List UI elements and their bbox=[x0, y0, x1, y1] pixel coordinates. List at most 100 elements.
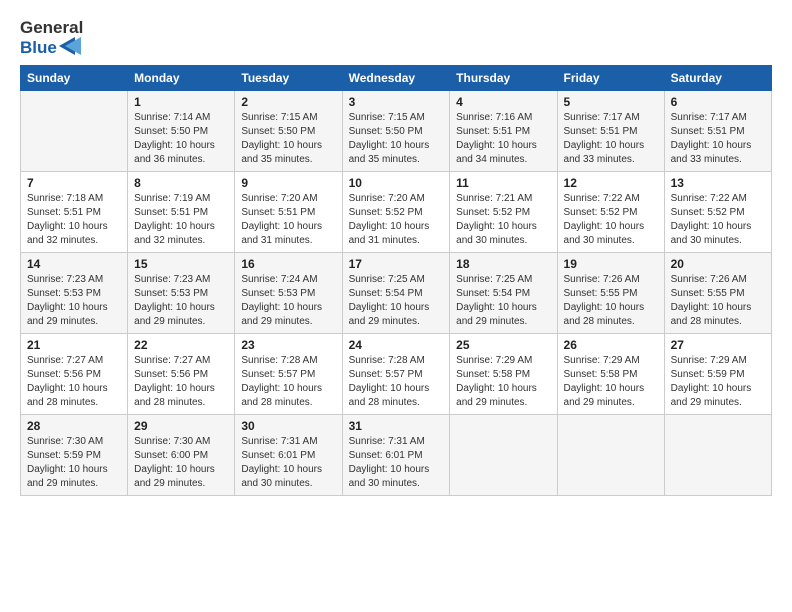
calendar-cell: 1Sunrise: 7:14 AM Sunset: 5:50 PM Daylig… bbox=[128, 91, 235, 172]
day-info: Sunrise: 7:25 AM Sunset: 5:54 PM Dayligh… bbox=[349, 273, 444, 329]
calendar-header: SundayMondayTuesdayWednesdayThursdayFrid… bbox=[21, 66, 772, 91]
day-info: Sunrise: 7:29 AM Sunset: 5:58 PM Dayligh… bbox=[564, 354, 658, 410]
calendar-cell: 6 Sunrise: 7:17 AM Sunset: 5:51 PM Daylig… bbox=[664, 91, 771, 172]
day-info: Sunrise: 7:17 AM Sunset: 5:51 PM Dayligh… bbox=[564, 111, 658, 167]
day-number: 8 bbox=[134, 176, 228, 190]
day-info: Sunrise: 7:23 AM Sunset: 5:53 PM Dayligh… bbox=[27, 273, 121, 329]
page-header: General Blue bbox=[20, 18, 772, 57]
day-number: 17 bbox=[349, 257, 444, 271]
day-number: 14 bbox=[27, 257, 121, 271]
day-info: Sunrise: 7:28 AM Sunset: 5:57 PM Dayligh… bbox=[349, 354, 444, 410]
header-row: SundayMondayTuesdayWednesdayThursdayFrid… bbox=[21, 66, 772, 91]
weekday-header-sunday: Sunday bbox=[21, 66, 128, 91]
logo-general: General bbox=[20, 18, 83, 38]
day-info: Sunrise: 7:24 AM Sunset: 5:53 PM Dayligh… bbox=[241, 273, 335, 329]
calendar-cell: 23 Sunrise: 7:28 AM Sunset: 5:57 PM Dayli… bbox=[235, 334, 342, 415]
day-info: Sunrise: 7:27 AM Sunset: 5:56 PM Dayligh… bbox=[27, 354, 121, 410]
day-number: 21 bbox=[27, 338, 121, 352]
day-number: 11 bbox=[456, 176, 550, 190]
day-number: 18 bbox=[456, 257, 550, 271]
logo: General Blue bbox=[20, 18, 83, 57]
week-row-2: 7 Sunrise: 7:18 AM Sunset: 5:51 PM Daylig… bbox=[21, 172, 772, 253]
day-number: 16 bbox=[241, 257, 335, 271]
week-row-4: 21 Sunrise: 7:27 AM Sunset: 5:56 PM Dayli… bbox=[21, 334, 772, 415]
logo-arrow-icon bbox=[59, 37, 81, 55]
day-info: Sunrise: 7:30 AM Sunset: 5:59 PM Dayligh… bbox=[27, 435, 121, 491]
day-number: 25 bbox=[456, 338, 550, 352]
day-number: 7 bbox=[27, 176, 121, 190]
day-info: Sunrise: 7:28 AM Sunset: 5:57 PM Dayligh… bbox=[241, 354, 335, 410]
calendar-cell: 22Sunrise: 7:27 AM Sunset: 5:56 PM Dayli… bbox=[128, 334, 235, 415]
day-info: Sunrise: 7:30 AM Sunset: 6:00 PM Dayligh… bbox=[134, 435, 228, 491]
weekday-header-thursday: Thursday bbox=[450, 66, 557, 91]
calendar-cell: 24 Sunrise: 7:28 AM Sunset: 5:57 PM Dayli… bbox=[342, 334, 450, 415]
day-number: 15 bbox=[134, 257, 228, 271]
weekday-header-monday: Monday bbox=[128, 66, 235, 91]
day-number: 12 bbox=[564, 176, 658, 190]
calendar-table: SundayMondayTuesdayWednesdayThursdayFrid… bbox=[20, 65, 772, 496]
day-info: Sunrise: 7:20 AM Sunset: 5:51 PM Dayligh… bbox=[241, 192, 335, 248]
calendar-cell: 18 Sunrise: 7:25 AM Sunset: 5:54 PM Dayli… bbox=[450, 253, 557, 334]
day-number: 26 bbox=[564, 338, 658, 352]
day-number: 27 bbox=[671, 338, 765, 352]
day-info: Sunrise: 7:18 AM Sunset: 5:51 PM Dayligh… bbox=[27, 192, 121, 248]
day-info: Sunrise: 7:25 AM Sunset: 5:54 PM Dayligh… bbox=[456, 273, 550, 329]
weekday-header-wednesday: Wednesday bbox=[342, 66, 450, 91]
day-info: Sunrise: 7:15 AM Sunset: 5:50 PM Dayligh… bbox=[349, 111, 444, 167]
day-info: Sunrise: 7:16 AM Sunset: 5:51 PM Dayligh… bbox=[456, 111, 550, 167]
day-number: 5 bbox=[564, 95, 658, 109]
day-info: Sunrise: 7:29 AM Sunset: 5:59 PM Dayligh… bbox=[671, 354, 765, 410]
calendar-cell: 29Sunrise: 7:30 AM Sunset: 6:00 PM Dayli… bbox=[128, 415, 235, 496]
calendar-cell: 21 Sunrise: 7:27 AM Sunset: 5:56 PM Dayli… bbox=[21, 334, 128, 415]
day-number: 6 bbox=[671, 95, 765, 109]
day-number: 24 bbox=[349, 338, 444, 352]
calendar-cell: 3 Sunrise: 7:15 AM Sunset: 5:50 PM Daylig… bbox=[342, 91, 450, 172]
day-number: 3 bbox=[349, 95, 444, 109]
day-info: Sunrise: 7:17 AM Sunset: 5:51 PM Dayligh… bbox=[671, 111, 765, 167]
day-info: Sunrise: 7:31 AM Sunset: 6:01 PM Dayligh… bbox=[349, 435, 444, 491]
day-info: Sunrise: 7:22 AM Sunset: 5:52 PM Dayligh… bbox=[564, 192, 658, 248]
day-number: 28 bbox=[27, 419, 121, 433]
calendar-cell: 20Sunrise: 7:26 AM Sunset: 5:55 PM Dayli… bbox=[664, 253, 771, 334]
weekday-header-tuesday: Tuesday bbox=[235, 66, 342, 91]
day-info: Sunrise: 7:23 AM Sunset: 5:53 PM Dayligh… bbox=[134, 273, 228, 329]
weekday-header-saturday: Saturday bbox=[664, 66, 771, 91]
day-number: 9 bbox=[241, 176, 335, 190]
week-row-3: 14 Sunrise: 7:23 AM Sunset: 5:53 PM Dayli… bbox=[21, 253, 772, 334]
calendar-body: 1Sunrise: 7:14 AM Sunset: 5:50 PM Daylig… bbox=[21, 91, 772, 496]
weekday-header-friday: Friday bbox=[557, 66, 664, 91]
day-number: 31 bbox=[349, 419, 444, 433]
calendar-cell: 5 Sunrise: 7:17 AM Sunset: 5:51 PM Daylig… bbox=[557, 91, 664, 172]
calendar-cell: 30Sunrise: 7:31 AM Sunset: 6:01 PM Dayli… bbox=[235, 415, 342, 496]
week-row-5: 28 Sunrise: 7:30 AM Sunset: 5:59 PM Dayli… bbox=[21, 415, 772, 496]
calendar-cell: 10Sunrise: 7:20 AM Sunset: 5:52 PM Dayli… bbox=[342, 172, 450, 253]
day-number: 4 bbox=[456, 95, 550, 109]
day-info: Sunrise: 7:15 AM Sunset: 5:50 PM Dayligh… bbox=[241, 111, 335, 167]
day-info: Sunrise: 7:26 AM Sunset: 5:55 PM Dayligh… bbox=[564, 273, 658, 329]
day-info: Sunrise: 7:21 AM Sunset: 5:52 PM Dayligh… bbox=[456, 192, 550, 248]
day-info: Sunrise: 7:22 AM Sunset: 5:52 PM Dayligh… bbox=[671, 192, 765, 248]
day-number: 2 bbox=[241, 95, 335, 109]
day-info: Sunrise: 7:14 AM Sunset: 5:50 PM Dayligh… bbox=[134, 111, 228, 167]
calendar-cell: 28 Sunrise: 7:30 AM Sunset: 5:59 PM Dayli… bbox=[21, 415, 128, 496]
day-info: Sunrise: 7:31 AM Sunset: 6:01 PM Dayligh… bbox=[241, 435, 335, 491]
day-number: 23 bbox=[241, 338, 335, 352]
calendar-cell: 4 Sunrise: 7:16 AM Sunset: 5:51 PM Daylig… bbox=[450, 91, 557, 172]
day-number: 13 bbox=[671, 176, 765, 190]
day-number: 19 bbox=[564, 257, 658, 271]
calendar-cell: 26 Sunrise: 7:29 AM Sunset: 5:58 PM Dayli… bbox=[557, 334, 664, 415]
calendar-cell: 15 Sunrise: 7:23 AM Sunset: 5:53 PM Dayli… bbox=[128, 253, 235, 334]
calendar-cell: 17 Sunrise: 7:25 AM Sunset: 5:54 PM Dayli… bbox=[342, 253, 450, 334]
calendar-cell: 11 Sunrise: 7:21 AM Sunset: 5:52 PM Dayli… bbox=[450, 172, 557, 253]
day-number: 22 bbox=[134, 338, 228, 352]
calendar-cell: 14 Sunrise: 7:23 AM Sunset: 5:53 PM Dayli… bbox=[21, 253, 128, 334]
day-number: 10 bbox=[349, 176, 444, 190]
calendar-cell: 19 Sunrise: 7:26 AM Sunset: 5:55 PM Dayli… bbox=[557, 253, 664, 334]
calendar-cell: 12 Sunrise: 7:22 AM Sunset: 5:52 PM Dayli… bbox=[557, 172, 664, 253]
calendar-cell: 13 Sunrise: 7:22 AM Sunset: 5:52 PM Dayli… bbox=[664, 172, 771, 253]
day-info: Sunrise: 7:29 AM Sunset: 5:58 PM Dayligh… bbox=[456, 354, 550, 410]
logo-blue: Blue bbox=[20, 38, 83, 58]
calendar-cell: 27 Sunrise: 7:29 AM Sunset: 5:59 PM Dayli… bbox=[664, 334, 771, 415]
calendar-cell bbox=[664, 415, 771, 496]
calendar-cell: 31 Sunrise: 7:31 AM Sunset: 6:01 PM Dayli… bbox=[342, 415, 450, 496]
